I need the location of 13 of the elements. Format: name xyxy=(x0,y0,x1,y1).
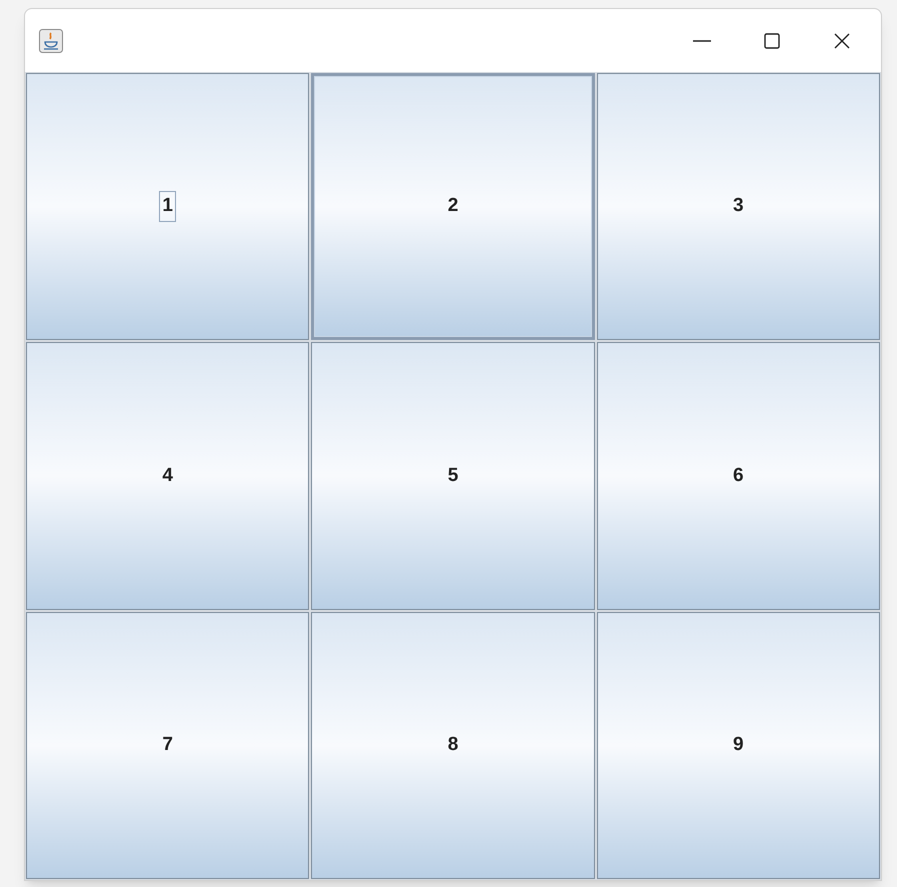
maximize-icon xyxy=(763,32,781,50)
grid-button[interactable]: 9 xyxy=(596,612,880,879)
grid-button[interactable]: 2 xyxy=(311,73,595,340)
grid-button[interactable]: 5 xyxy=(311,342,595,610)
grid-button[interactable]: 6 xyxy=(596,342,880,610)
grid-button[interactable]: 3 xyxy=(596,73,880,340)
grid-button[interactable]: 7 xyxy=(26,612,310,879)
coffee-cup-icon xyxy=(39,28,63,52)
grid-button[interactable]: 1 xyxy=(26,73,310,340)
close-icon xyxy=(833,32,851,50)
grid-button[interactable]: 8 xyxy=(311,612,595,879)
minimize-icon xyxy=(693,40,711,42)
grid-button[interactable]: 4 xyxy=(26,342,310,610)
